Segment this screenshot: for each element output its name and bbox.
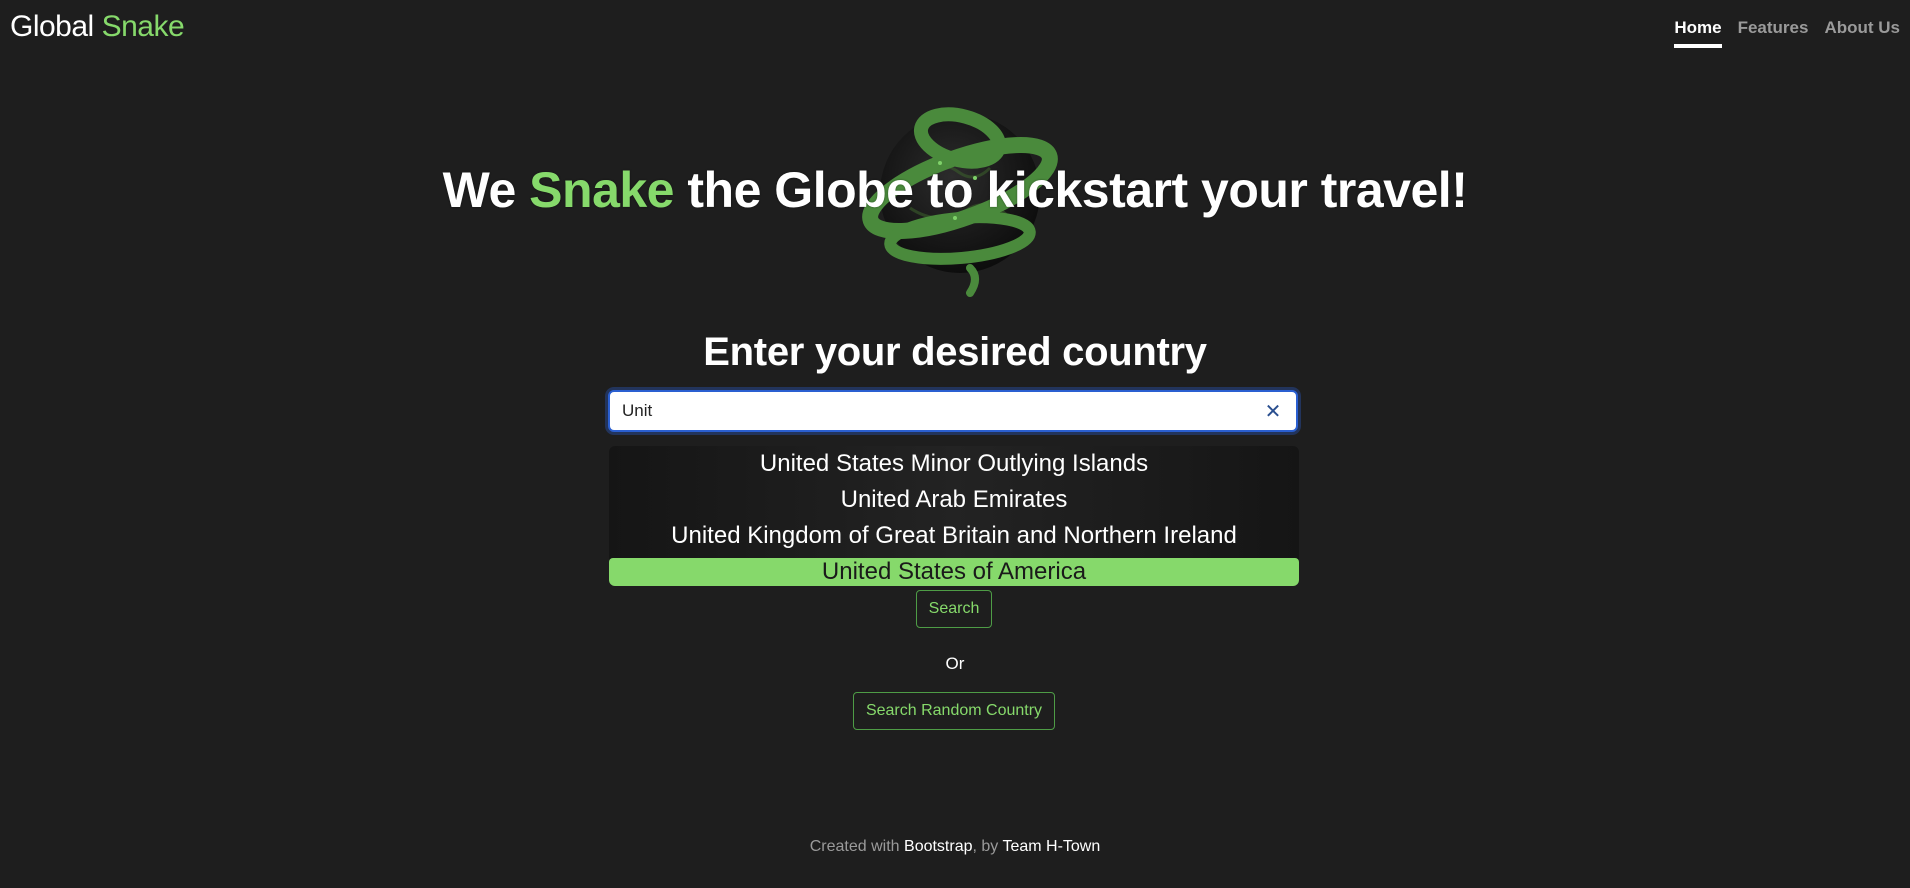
brand-part1: Global xyxy=(10,10,94,43)
footer-link-team[interactable]: Team H-Town xyxy=(1002,838,1100,855)
search-heading: Enter your desired country xyxy=(703,330,1207,374)
nav-features[interactable]: Features xyxy=(1738,18,1809,48)
search-button[interactable]: Search xyxy=(916,590,992,628)
top-nav: Home Features About Us xyxy=(1674,18,1900,48)
suggestion-list: United States Minor Outlying Islands Uni… xyxy=(609,446,1299,586)
hero-title: We Snake the Globe to kickstart your tra… xyxy=(443,161,1468,219)
suggestion-item[interactable]: United States Minor Outlying Islands xyxy=(609,446,1299,482)
footer-pre: Created with xyxy=(809,838,900,855)
country-search-box: ✕ xyxy=(608,390,1298,432)
suggestion-item[interactable]: United Arab Emirates xyxy=(609,482,1299,518)
or-label: Or xyxy=(945,654,965,673)
nav-about-us[interactable]: About Us xyxy=(1824,18,1900,48)
hero-title-accent: Snake xyxy=(529,162,674,218)
nav-home[interactable]: Home xyxy=(1674,18,1722,48)
search-random-country-button[interactable]: Search Random Country xyxy=(853,692,1055,730)
brand-part2: Snake xyxy=(101,10,185,43)
brand-logo[interactable]: Global Snake xyxy=(10,10,185,44)
footer-mid: , by xyxy=(972,838,999,855)
country-search-input[interactable] xyxy=(610,401,1258,421)
footer: Created with Bootstrap, by Team H-Town xyxy=(0,838,1910,856)
search-section: Enter your desired country xyxy=(0,330,1910,375)
hero-title-pre: We xyxy=(442,162,517,218)
hero-title-post: the Globe to kickstart your travel! xyxy=(687,162,1468,218)
footer-link-bootstrap[interactable]: Bootstrap xyxy=(904,838,972,855)
hero: We Snake the Globe to kickstart your tra… xyxy=(0,75,1910,305)
suggestion-item[interactable]: United Kingdom of Great Britain and Nort… xyxy=(609,518,1299,554)
suggestion-item-highlighted[interactable]: United States of America xyxy=(609,558,1299,586)
close-icon[interactable]: ✕ xyxy=(1258,396,1288,426)
